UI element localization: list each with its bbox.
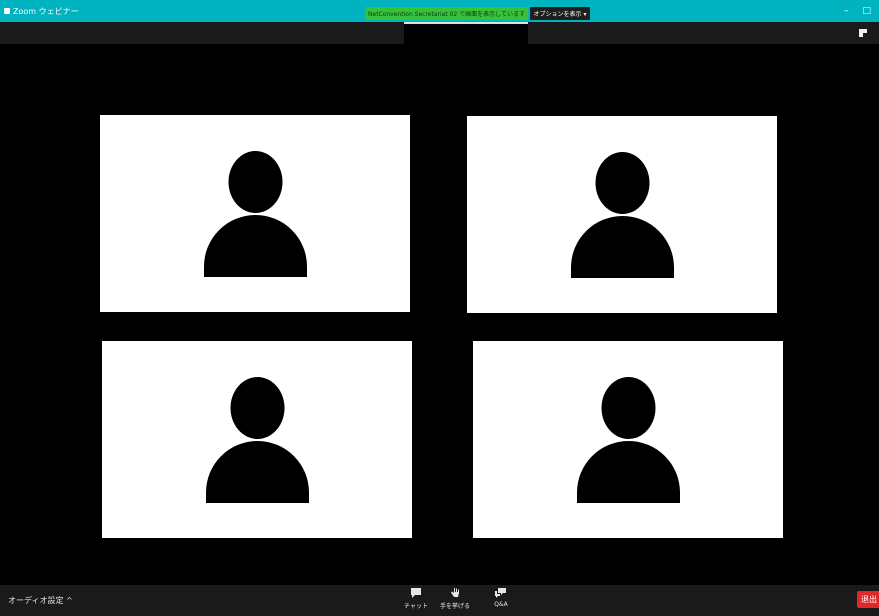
video-tile-4[interactable] <box>473 341 783 538</box>
title-bar: Zoom ウェビナー NetConvention Secretariat 02 … <box>0 0 879 22</box>
restore-button[interactable]: □ <box>862 6 871 16</box>
chat-icon <box>411 588 421 598</box>
raise-hand-button[interactable]: 手を挙げる <box>437 587 473 615</box>
chat-label: チャット <box>404 603 428 610</box>
video-tile-3[interactable] <box>102 341 412 538</box>
meeting-header-bar <box>0 22 879 44</box>
leave-button[interactable]: 退出 <box>857 591 879 608</box>
app-title: Zoom ウェビナー <box>4 0 79 22</box>
video-tile-1[interactable] <box>100 115 410 312</box>
zoom-app-icon <box>4 8 10 14</box>
gallery-view-icon[interactable] <box>859 29 867 37</box>
video-tile-2[interactable] <box>467 116 777 313</box>
minimize-button[interactable]: – <box>844 6 849 16</box>
participant-avatar-icon <box>205 377 309 503</box>
window-controls: – □ <box>844 0 871 22</box>
chat-button[interactable]: チャット <box>398 587 434 615</box>
meeting-toolbar: オーディオ設定 ^ チャット 手を挙げる Q&A 退出 <box>0 585 879 616</box>
screen-sharing-banner: NetConvention Secretariat 02 で画面を表示しています <box>365 7 528 20</box>
shared-screen-thumbnail[interactable] <box>404 22 528 44</box>
participant-avatar-icon <box>576 377 680 503</box>
participant-avatar-icon <box>203 151 307 277</box>
qa-label: Q&A <box>494 601 508 608</box>
qa-icon <box>495 588 506 598</box>
qa-button[interactable]: Q&A <box>483 587 519 615</box>
raise-hand-label: 手を挙げる <box>439 603 470 610</box>
view-options-button[interactable]: オプションを表示 ▾ <box>530 7 590 20</box>
window-title: Zoom ウェビナー <box>13 6 79 16</box>
audio-settings-button[interactable]: オーディオ設定 ^ <box>8 595 73 606</box>
participant-avatar-icon <box>570 152 674 278</box>
raise-hand-icon <box>451 588 459 597</box>
